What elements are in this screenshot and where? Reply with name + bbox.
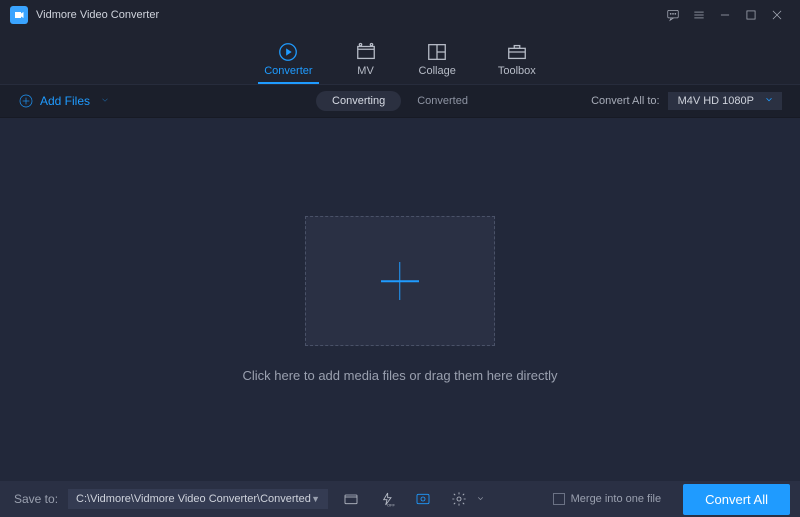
convert-all-to: Convert All to: M4V HD 1080P — [591, 92, 782, 110]
hardware-accel-button[interactable]: OFF — [374, 487, 400, 511]
tab-collage[interactable]: Collage — [419, 43, 456, 83]
status-segmented-control: Converting Converted — [316, 91, 484, 111]
tab-toolbox[interactable]: Toolbox — [498, 43, 536, 83]
output-format-value: M4V HD 1080P — [678, 95, 754, 107]
save-path-select[interactable]: C:\Vidmore\Vidmore Video Converter\Conve… — [68, 489, 328, 509]
drop-zone[interactable]: Click here to add media files or drag th… — [242, 216, 557, 383]
checkbox-box — [553, 493, 565, 505]
seg-converting[interactable]: Converting — [316, 91, 401, 111]
content-area: Click here to add media files or drag th… — [0, 118, 800, 481]
svg-text:OFF: OFF — [387, 502, 395, 507]
tab-label: Collage — [419, 65, 456, 77]
drop-box[interactable] — [305, 216, 495, 346]
app-logo-icon — [10, 6, 28, 24]
tab-converter[interactable]: Converter — [264, 43, 312, 83]
minimize-button[interactable] — [712, 2, 738, 28]
tab-label: Converter — [264, 65, 312, 77]
seg-converted[interactable]: Converted — [401, 91, 484, 111]
merge-label: Merge into one file — [571, 493, 662, 505]
main-nav: Converter MV Collage Toolbox — [0, 30, 800, 84]
high-speed-button[interactable] — [410, 487, 436, 511]
tab-mv[interactable]: MV — [355, 43, 377, 83]
tab-label: MV — [357, 65, 374, 77]
converter-icon — [277, 43, 299, 61]
feedback-icon[interactable] — [660, 2, 686, 28]
mv-icon — [355, 43, 377, 61]
save-to-label: Save to: — [14, 492, 58, 506]
menu-icon[interactable] — [686, 2, 712, 28]
drop-hint: Click here to add media files or drag th… — [242, 368, 557, 383]
plus-circle-icon — [18, 93, 34, 109]
maximize-button[interactable] — [738, 2, 764, 28]
collage-icon — [426, 43, 448, 61]
chevron-down-icon: ▼ — [311, 494, 320, 504]
toolbar: Add Files Converting Converted Convert A… — [0, 84, 800, 118]
close-button[interactable] — [764, 2, 790, 28]
plus-icon — [377, 258, 423, 304]
add-files-label: Add Files — [40, 94, 90, 108]
convert-all-button[interactable]: Convert All — [683, 484, 790, 515]
tab-label: Toolbox — [498, 65, 536, 77]
merge-checkbox[interactable]: Merge into one file — [553, 493, 662, 505]
open-folder-button[interactable] — [338, 487, 364, 511]
chevron-down-icon[interactable] — [476, 492, 485, 506]
titlebar: Vidmore Video Converter — [0, 0, 800, 30]
chevron-down-icon — [764, 95, 774, 108]
settings-button[interactable] — [446, 487, 472, 511]
app-title: Vidmore Video Converter — [36, 9, 159, 21]
bottom-bar: Save to: C:\Vidmore\Vidmore Video Conver… — [0, 481, 800, 517]
convert-all-to-label: Convert All to: — [591, 95, 659, 107]
chevron-down-icon — [100, 94, 110, 108]
add-files-button[interactable]: Add Files — [18, 93, 110, 109]
output-format-select[interactable]: M4V HD 1080P — [668, 92, 782, 110]
save-path-value: C:\Vidmore\Vidmore Video Converter\Conve… — [76, 493, 311, 505]
toolbox-icon — [506, 43, 528, 61]
